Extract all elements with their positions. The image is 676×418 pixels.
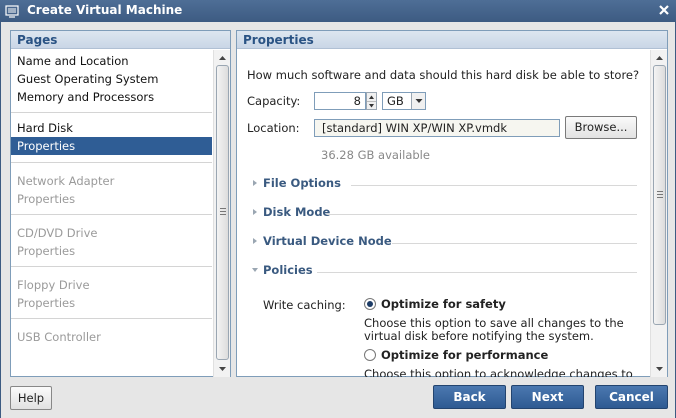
section-divider xyxy=(351,185,637,186)
section-divider xyxy=(317,272,637,273)
chevron-down-icon xyxy=(415,99,423,103)
section-label: Disk Mode xyxy=(263,205,331,219)
grip-icon xyxy=(657,191,663,198)
option-safety-desc-2: virtual disk before notifying the system… xyxy=(364,329,594,343)
location-label: Location: xyxy=(247,121,300,135)
page-item-hard-disk-properties[interactable]: Properties xyxy=(11,137,212,155)
scrollbar-thumb[interactable] xyxy=(216,65,229,360)
capacity-unit-select[interactable]: GB xyxy=(382,92,426,110)
available-space: 36.28 GB available xyxy=(321,148,430,162)
option-safety-label[interactable]: Optimize for safety xyxy=(381,297,506,311)
vm-icon xyxy=(5,5,19,18)
page-item-usb-controller[interactable]: USB Controller xyxy=(11,328,212,346)
section-file-options[interactable]: File Options xyxy=(251,175,637,193)
page-group: Name and Location Guest Operating System… xyxy=(11,50,212,113)
scroll-up-icon[interactable] xyxy=(653,52,666,64)
page-item-floppy-properties[interactable]: Properties xyxy=(11,294,212,312)
page-item-floppy-drive[interactable]: Floppy Drive xyxy=(11,276,212,294)
section-divider xyxy=(392,243,637,244)
option-performance-desc-1: Choose this option to acknowledge change… xyxy=(364,367,633,378)
scroll-up-icon[interactable] xyxy=(216,52,229,64)
radio-optimize-safety[interactable] xyxy=(364,298,376,310)
section-label: File Options xyxy=(263,176,341,190)
page-group: Hard Disk Properties xyxy=(11,113,212,163)
page-item-guest-os[interactable]: Guest Operating System xyxy=(11,70,212,88)
spin-up-icon[interactable] xyxy=(367,93,376,101)
pages-list: Name and Location Guest Operating System… xyxy=(11,50,212,377)
pages-panel: Pages Name and Location Guest Operating … xyxy=(10,30,231,377)
expand-arrow-icon xyxy=(253,238,257,244)
next-button[interactable]: Next xyxy=(511,385,584,409)
option-performance-label[interactable]: Optimize for performance xyxy=(381,348,548,362)
browse-button[interactable]: Browse... xyxy=(565,116,637,139)
section-divider xyxy=(327,214,637,215)
spin-down-icon[interactable] xyxy=(367,102,376,110)
properties-content: How much software and data should this h… xyxy=(237,50,650,377)
section-label: Policies xyxy=(263,263,313,277)
back-button[interactable]: Back xyxy=(433,385,506,409)
capacity-label: Capacity: xyxy=(247,94,301,108)
page-group: USB Controller xyxy=(11,319,212,352)
properties-header: Properties xyxy=(237,31,667,49)
page-group: CD/DVD Drive Properties xyxy=(11,215,212,267)
section-disk-mode[interactable]: Disk Mode xyxy=(251,204,637,222)
window-title: Create Virtual Machine xyxy=(27,3,183,17)
capacity-stepper[interactable] xyxy=(366,92,377,110)
page-item-name-location[interactable]: Name and Location xyxy=(11,52,212,70)
scroll-down-icon[interactable] xyxy=(216,363,229,375)
section-virtual-device-node[interactable]: Virtual Device Node xyxy=(251,233,637,251)
page-item-memory-processors[interactable]: Memory and Processors xyxy=(11,88,212,106)
page-group: Network Adapter Properties xyxy=(11,163,212,215)
pages-scrollbar[interactable] xyxy=(213,50,230,377)
page-item-cd-dvd-properties[interactable]: Properties xyxy=(11,242,212,260)
capacity-unit-value: GB xyxy=(387,94,404,108)
page-item-network-adapter[interactable]: Network Adapter xyxy=(11,172,212,190)
expand-arrow-icon xyxy=(253,209,257,215)
grip-icon xyxy=(220,208,226,215)
page-item-cd-dvd-drive[interactable]: CD/DVD Drive xyxy=(11,224,212,242)
location-input[interactable]: [standard] WIN XP/WIN XP.vmdk xyxy=(314,119,560,137)
section-label: Virtual Device Node xyxy=(263,234,392,248)
capacity-question: How much software and data should this h… xyxy=(247,68,640,82)
scrollbar-thumb[interactable] xyxy=(653,65,666,325)
properties-scrollbar[interactable] xyxy=(650,50,667,377)
close-icon[interactable] xyxy=(657,3,671,17)
collapse-arrow-icon xyxy=(252,268,258,272)
expand-arrow-icon xyxy=(253,180,257,186)
write-caching-label: Write caching: xyxy=(263,298,346,312)
scroll-down-icon[interactable] xyxy=(653,363,666,375)
pages-header: Pages xyxy=(11,31,230,49)
page-item-hard-disk[interactable]: Hard Disk xyxy=(11,119,212,137)
page-item-network-properties[interactable]: Properties xyxy=(11,190,212,208)
page-group: Floppy Drive Properties xyxy=(11,267,212,319)
radio-optimize-performance[interactable] xyxy=(364,349,376,361)
section-policies[interactable]: Policies xyxy=(251,262,637,280)
cancel-button[interactable]: Cancel xyxy=(595,385,668,409)
title-bar: Create Virtual Machine xyxy=(0,0,676,22)
help-button[interactable]: Help xyxy=(10,386,52,410)
capacity-input[interactable]: 8 xyxy=(314,92,366,110)
properties-panel: Properties How much software and data sh… xyxy=(236,30,668,377)
